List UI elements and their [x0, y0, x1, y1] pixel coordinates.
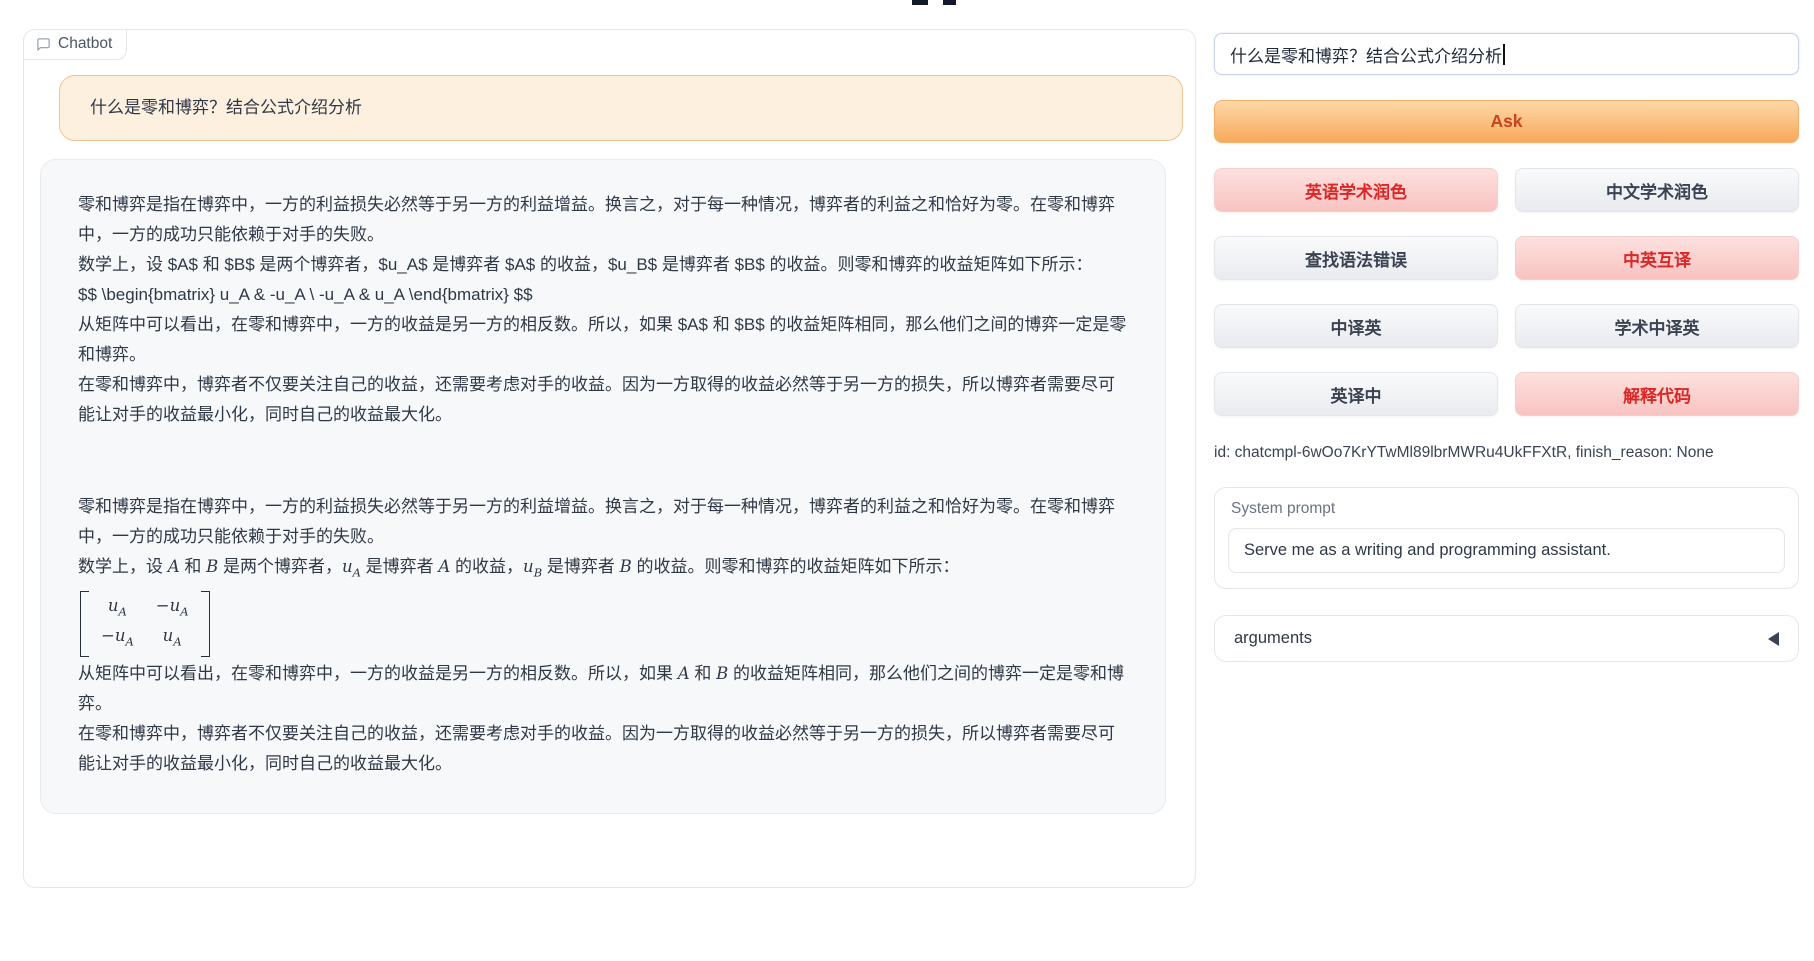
matrix-right-bracket: [201, 591, 210, 657]
completion-status-line: id: chatcmpl-6wOo7KrYTwMl89lbrMWRu4UkFFX…: [1214, 444, 1799, 462]
btn-academic-zh-to-en[interactable]: 学术中译英: [1515, 304, 1799, 348]
function-button-grid: 英语学术润色 中文学术润色 查找语法错误 中英互译 中译英 学术中译英 英译中 …: [1214, 168, 1799, 416]
question-input[interactable]: 什么是零和博弈？结合公式介绍分析: [1214, 33, 1799, 75]
system-prompt-input[interactable]: Serve me as a writing and programming as…: [1228, 528, 1785, 573]
bot-paragraph: 从矩阵中可以看出，在零和博弈中，一方的收益是另一方的相反数。所以，如果 $A$ …: [78, 310, 1129, 370]
bot-message-bubble: 零和博弈是指在博弈中，一方的利益损失必然等于另一方的利益增益。换言之，对于每一种…: [40, 159, 1166, 814]
btn-chinese-academic-polish[interactable]: 中文学术润色: [1515, 168, 1799, 212]
bot-paragraph-math: 从矩阵中可以看出，在零和博弈中，一方的收益是另一方的相反数。所以，如果 A 和 …: [78, 659, 1129, 719]
matrix-left-bracket: [80, 591, 89, 657]
bot-paragraph: 数学上，设 $A$ 和 $B$ 是两个博弈者，$u_A$ 是博弈者 $A$ 的收…: [78, 250, 1129, 280]
bot-paragraph: 零和博弈是指在博弈中，一方的利益损失必然等于另一方的利益增益。换言之，对于每一种…: [78, 492, 1129, 552]
payoff-matrix: uA −uA −uA uA: [80, 591, 210, 657]
chatbot-label: Chatbot: [23, 29, 127, 60]
btn-english-academic-polish[interactable]: 英语学术润色: [1214, 168, 1498, 212]
bot-paragraph: 在零和博弈中，博弈者不仅要关注自己的收益，还需要考虑对手的收益。因为一方取得的收…: [78, 370, 1129, 430]
chatbot-label-text: Chatbot: [58, 35, 112, 53]
collapse-left-triangle-icon: [1768, 632, 1779, 646]
btn-en-to-zh[interactable]: 英译中: [1214, 372, 1498, 416]
arguments-accordion-label: arguments: [1234, 629, 1312, 648]
question-input-value: 什么是零和博弈？结合公式介绍分析: [1230, 42, 1502, 67]
system-prompt-group: System prompt Serve me as a writing and …: [1214, 487, 1799, 589]
btn-zh-to-en[interactable]: 中译英: [1214, 304, 1498, 348]
control-panel: 什么是零和博弈？结合公式介绍分析 Ask 英语学术润色 中文学术润色 查找语法错…: [1214, 33, 1799, 662]
bot-latex-source: $$ \begin{bmatrix} u_A & -u_A \ -u_A & u…: [78, 280, 1129, 310]
bot-paragraph: 在零和博弈中，博弈者不仅要关注自己的收益，还需要考虑对手的收益。因为一方取得的收…: [78, 719, 1129, 779]
btn-zh-en-mutual-translate[interactable]: 中英互译: [1515, 236, 1799, 280]
bot-message-raw: 零和博弈是指在博弈中，一方的利益损失必然等于另一方的利益增益。换言之，对于每一种…: [78, 190, 1129, 430]
chat-bubble-icon: [36, 37, 51, 52]
text-caret: [1503, 44, 1505, 65]
bot-paragraph: 零和博弈是指在博弈中，一方的利益损失必然等于另一方的利益增益。换言之，对于每一种…: [78, 190, 1129, 250]
user-message-text: 什么是零和博弈？结合公式介绍分析: [90, 98, 362, 117]
user-message-bubble: 什么是零和博弈？结合公式介绍分析: [59, 75, 1183, 141]
bot-message-rendered: 零和博弈是指在博弈中，一方的利益损失必然等于另一方的利益增益。换言之，对于每一种…: [78, 492, 1129, 779]
arguments-accordion-header[interactable]: arguments: [1214, 615, 1799, 662]
btn-explain-code[interactable]: 解释代码: [1515, 372, 1799, 416]
bot-paragraph-math: 数学上，设 A 和 B 是两个博弈者，uA 是博弈者 A 的收益，uB 是博弈者…: [78, 552, 1129, 587]
clipped-page-title: [905, 0, 1035, 5]
btn-find-grammar-errors[interactable]: 查找语法错误: [1214, 236, 1498, 280]
system-prompt-label: System prompt: [1228, 500, 1785, 518]
ask-button[interactable]: Ask: [1214, 100, 1799, 143]
chatbot-panel: Chatbot 什么是零和博弈？结合公式介绍分析 零和博弈是指在博弈中，一方的利…: [23, 29, 1196, 888]
